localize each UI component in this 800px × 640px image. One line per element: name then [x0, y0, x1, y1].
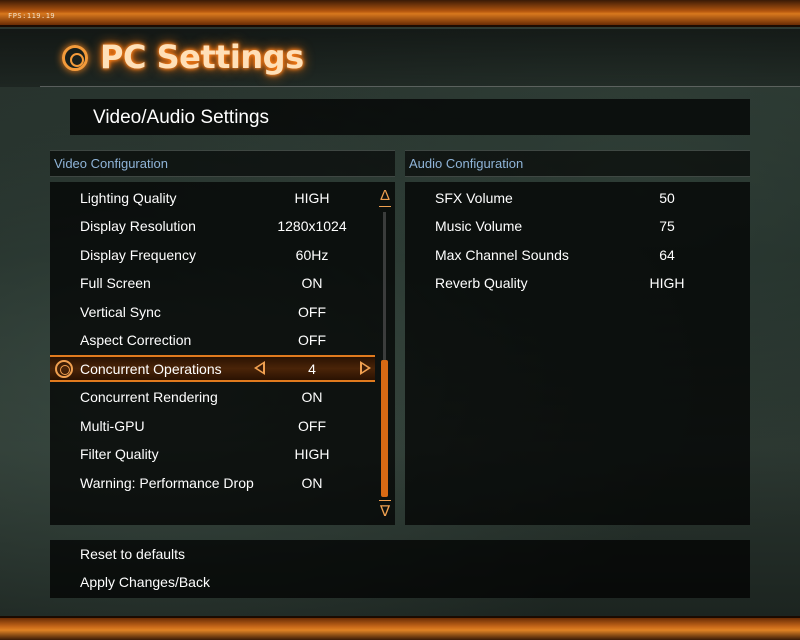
- setting-aspect-correction[interactable]: Aspect Correction OFF: [80, 328, 370, 352]
- setting-value: HIGH: [294, 446, 330, 462]
- audio-config-header: Audio Configuration: [405, 150, 750, 177]
- setting-label: Concurrent Rendering: [80, 389, 218, 405]
- setting-vertical-sync[interactable]: Vertical Sync OFF: [80, 300, 370, 324]
- setting-full-screen[interactable]: Full Screen ON: [80, 271, 370, 295]
- setting-value: OFF: [298, 304, 326, 320]
- setting-value: 1280x1024: [277, 218, 347, 234]
- setting-label: Vertical Sync: [80, 304, 161, 320]
- setting-label: Max Channel Sounds: [435, 247, 569, 263]
- setting-value: 75: [659, 218, 675, 234]
- setting-warning-performance-drop[interactable]: Warning: Performance Drop ON: [80, 471, 370, 495]
- setting-display-frequency[interactable]: Display Frequency 60Hz: [80, 243, 370, 267]
- setting-label: Display Frequency: [80, 247, 196, 263]
- setting-label: Filter Quality: [80, 446, 159, 462]
- setting-value: HIGH: [294, 190, 330, 206]
- setting-filter-quality[interactable]: Filter Quality HIGH: [80, 442, 370, 466]
- scrollbar-thumb[interactable]: [381, 360, 388, 497]
- setting-label: Display Resolution: [80, 218, 196, 234]
- setting-value: 60Hz: [295, 247, 329, 263]
- setting-display-resolution[interactable]: Display Resolution 1280x1024: [80, 214, 370, 238]
- setting-label: Full Screen: [80, 275, 151, 291]
- panel-title: Video/Audio Settings: [93, 107, 270, 128]
- setting-concurrent-rendering[interactable]: Concurrent Rendering ON: [80, 385, 370, 409]
- setting-label: Concurrent Operations: [80, 361, 222, 377]
- setting-value: OFF: [298, 418, 326, 434]
- top-bar: [0, 0, 800, 27]
- scroll-down-icon[interactable]: ∇: [378, 503, 392, 521]
- setting-sfx-volume[interactable]: SFX Volume 50: [435, 186, 735, 210]
- setting-value: 4: [308, 361, 316, 377]
- setting-value: 50: [659, 190, 675, 206]
- selection-cursor-icon: [55, 360, 73, 378]
- reset-defaults-button[interactable]: Reset to defaults: [80, 544, 185, 564]
- setting-value: HIGH: [649, 275, 685, 291]
- setting-value: OFF: [298, 332, 326, 348]
- fps-counter: FPS:119.19: [8, 12, 56, 20]
- setting-max-channel-sounds[interactable]: Max Channel Sounds 64: [435, 243, 735, 267]
- setting-lighting-quality[interactable]: Lighting Quality HIGH: [80, 186, 370, 210]
- setting-music-volume[interactable]: Music Volume 75: [435, 214, 735, 238]
- setting-label: SFX Volume: [435, 190, 513, 206]
- video-config-header: Video Configuration: [50, 150, 395, 177]
- setting-reverb-quality[interactable]: Reverb Quality HIGH: [435, 271, 735, 295]
- setting-multi-gpu[interactable]: Multi-GPU OFF: [80, 414, 370, 438]
- app-title: PC Settings: [100, 38, 304, 76]
- settings-logo-icon: [62, 45, 88, 71]
- setting-value: ON: [301, 389, 323, 405]
- setting-label: Music Volume: [435, 218, 523, 234]
- bottom-bar: [0, 616, 800, 640]
- apply-changes-back-button[interactable]: Apply Changes/Back: [80, 572, 210, 592]
- setting-label: Reverb Quality: [435, 275, 528, 291]
- scroll-down-divider: [379, 500, 391, 501]
- setting-value: ON: [301, 475, 323, 491]
- setting-concurrent-operations[interactable]: Concurrent Operations 4: [80, 357, 370, 381]
- setting-label: Multi-GPU: [80, 418, 145, 434]
- scroll-up-icon[interactable]: Δ: [378, 187, 392, 205]
- setting-value: ON: [301, 275, 323, 291]
- scroll-up-divider: [379, 206, 391, 207]
- setting-label: Lighting Quality: [80, 190, 177, 206]
- setting-value: 64: [659, 247, 675, 263]
- setting-label: Warning: Performance Drop: [80, 475, 254, 491]
- setting-label: Aspect Correction: [80, 332, 192, 348]
